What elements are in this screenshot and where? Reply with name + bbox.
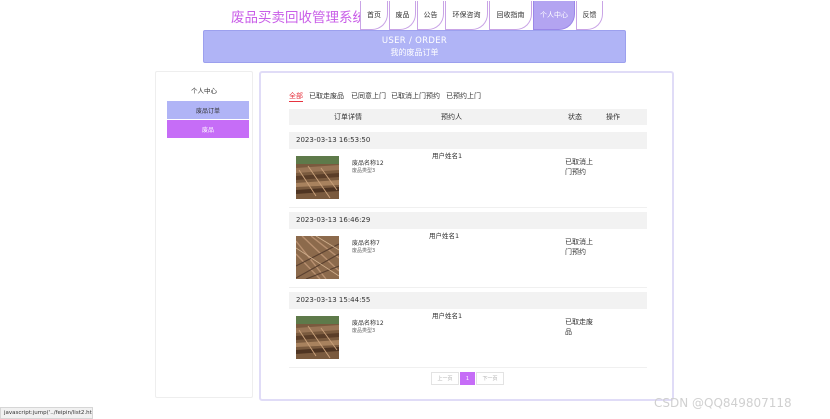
order-body: 废品名称7 废品类型3 用户姓名1 已取消上门预约 xyxy=(289,229,647,288)
order-row: 2023-03-13 16:46:29 废品名称7 废品类型3 用户姓名1 已取… xyxy=(289,212,647,288)
product-name[interactable]: 废品名称7 xyxy=(352,238,380,247)
col-order-detail: 订单详情 xyxy=(334,113,362,121)
nav-feedback[interactable]: 反馈 xyxy=(576,1,603,30)
order-time: 2023-03-13 16:46:29 xyxy=(289,212,647,229)
browser-status-url: javascript:jump('../feipin/list2.html') xyxy=(0,407,93,419)
order-time: 2023-03-13 15:44:55 xyxy=(289,292,647,309)
product-name[interactable]: 废品名称12 xyxy=(352,158,384,167)
nav-notice[interactable]: 公告 xyxy=(417,1,444,30)
product-name[interactable]: 废品名称12 xyxy=(352,318,384,327)
order-body: 废品名称12 废品类型3 用户姓名1 已取走废品 xyxy=(289,309,647,368)
col-status: 状态 xyxy=(568,113,582,121)
tab-agreed[interactable]: 已同意上门 xyxy=(351,91,386,101)
tab-taken[interactable]: 已取走废品 xyxy=(309,91,344,101)
order-status: 已取走废品 xyxy=(565,318,593,336)
next-page-button[interactable]: 下一页 xyxy=(476,372,504,385)
sidebar-item-waste-orders[interactable]: 废品订单 xyxy=(167,101,249,119)
nav-eco-consult[interactable]: 环保咨询 xyxy=(445,1,488,30)
booker-name: 用户姓名1 xyxy=(429,232,460,240)
banner-en-title: USER / ORDER xyxy=(381,36,448,46)
product-type: 废品类型3 xyxy=(352,168,376,174)
banner-cn-title: 我的废品订单 xyxy=(390,48,439,57)
nav-waste[interactable]: 废品 xyxy=(389,1,416,30)
booker-name: 用户姓名1 xyxy=(432,152,463,160)
order-status: 已取消上门预约 xyxy=(565,158,593,176)
sidebar-item-waste[interactable]: 废品 xyxy=(167,120,249,138)
product-type: 废品类型3 xyxy=(352,248,376,254)
sidebar-title: 个人中心 xyxy=(191,87,217,95)
order-row: 2023-03-13 15:44:55 废品名称12 废品类型3 用户姓名1 已… xyxy=(289,292,647,368)
nav-recycle-guide[interactable]: 回收指南 xyxy=(489,1,532,30)
table-header: 订单详情 预约人 状态 操作 xyxy=(289,109,647,125)
order-row: 2023-03-13 16:53:50 废品名称12 废品类型3 用户姓名1 已… xyxy=(289,132,647,208)
nav-home[interactable]: 首页 xyxy=(360,1,388,30)
order-body: 废品名称12 废品类型3 用户姓名1 已取消上门预约 xyxy=(289,149,647,208)
nav-user-center[interactable]: 个人中心 xyxy=(533,1,575,30)
product-thumbnail[interactable] xyxy=(296,316,339,359)
page-1-button[interactable]: 1 xyxy=(460,372,475,385)
product-thumbnail[interactable] xyxy=(296,236,339,279)
orders-panel: 全部 已取走废品 已同意上门 已取消上门预约 已预约上门 订单详情 预约人 状态… xyxy=(259,71,674,401)
col-actions: 操作 xyxy=(606,113,620,121)
booker-name: 用户姓名1 xyxy=(432,312,463,320)
tab-all[interactable]: 全部 xyxy=(289,91,303,102)
sidebar: 个人中心 废品订单 废品 xyxy=(155,71,253,398)
page-banner: USER / ORDER 我的废品订单 xyxy=(203,30,626,63)
tab-cancelled[interactable]: 已取消上门预约 xyxy=(391,91,440,101)
product-type: 废品类型3 xyxy=(352,328,376,334)
watermark-text: CSDN @QQ849807118 xyxy=(654,396,792,410)
site-title: 废品买卖回收管理系统 xyxy=(231,10,366,26)
product-thumbnail[interactable] xyxy=(296,156,339,199)
order-status: 已取消上门预约 xyxy=(565,238,593,256)
prev-page-button[interactable]: 上一页 xyxy=(431,372,459,385)
tab-booked[interactable]: 已预约上门 xyxy=(446,91,481,101)
order-time: 2023-03-13 16:53:50 xyxy=(289,132,647,149)
col-booker: 预约人 xyxy=(441,113,462,121)
